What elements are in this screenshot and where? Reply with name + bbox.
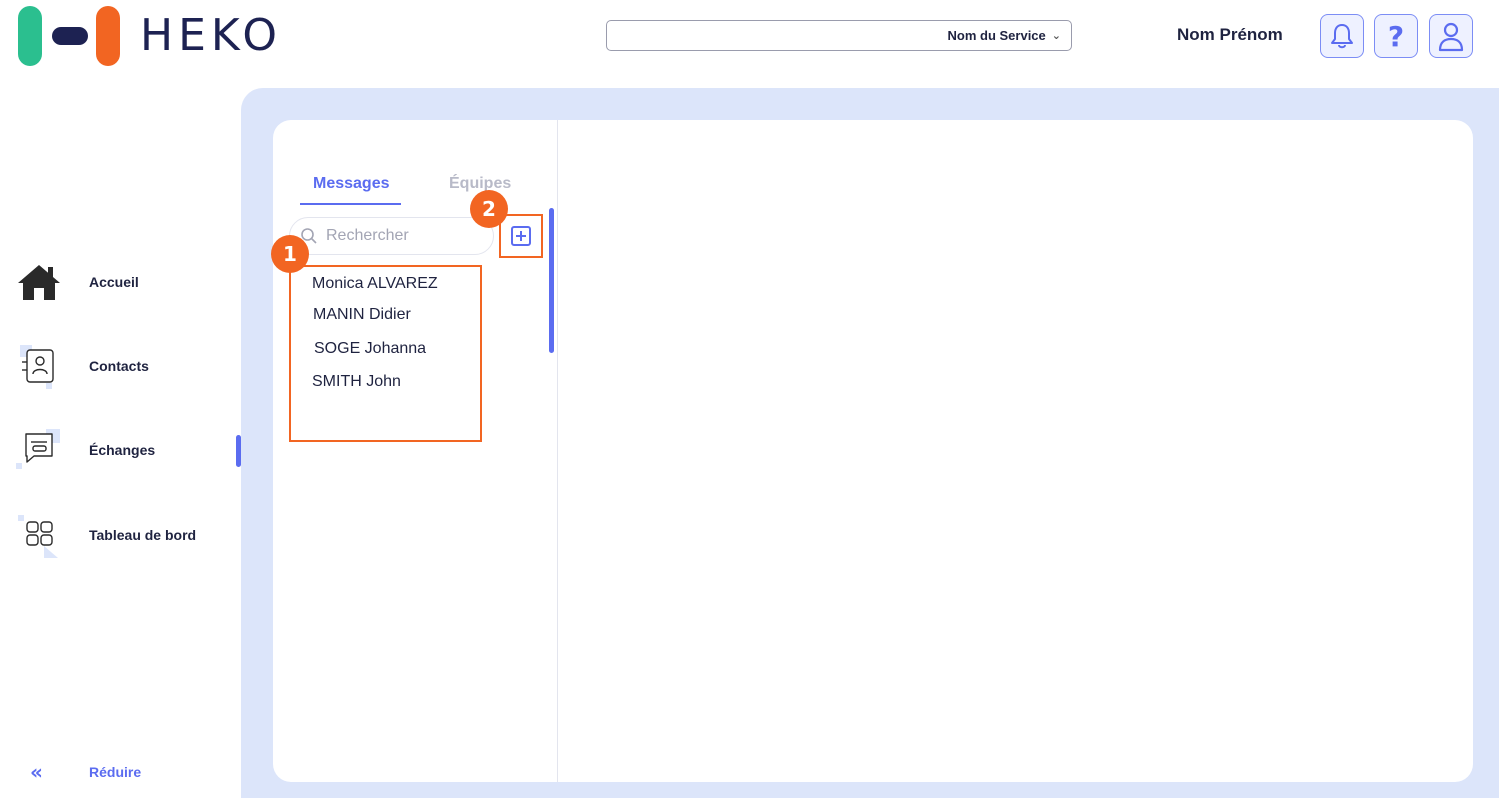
annotation-badge-1: 1 [271, 235, 309, 273]
home-icon [14, 257, 64, 307]
chevron-down-icon: ⌄ [1051, 30, 1061, 42]
tab-equipes[interactable]: Équipes [449, 175, 511, 193]
help-button[interactable]: ? [1374, 14, 1418, 58]
tab-messages[interactable]: Messages [313, 175, 390, 193]
profile-button[interactable] [1429, 14, 1473, 58]
collapse-label: Réduire [89, 764, 142, 780]
sidebar-item-tableau-de-bord[interactable]: Tableau de bord [14, 510, 196, 560]
notifications-button[interactable] [1320, 14, 1364, 58]
sidebar-item-contacts[interactable]: Contacts [14, 341, 149, 391]
chat-icon [14, 425, 64, 475]
double-chevron-left-icon: « [30, 760, 43, 784]
contact-item[interactable]: SMITH John [312, 373, 401, 391]
sidebar-item-label: Échanges [89, 442, 156, 458]
logo-wordmark: HEKO [140, 10, 282, 61]
collapse-sidebar-button[interactable]: « Réduire [30, 760, 141, 784]
sidebar-item-label: Tableau de bord [89, 527, 197, 543]
contact-item[interactable]: Monica ALVAREZ [312, 275, 438, 293]
search-placeholder: Rechercher [326, 227, 409, 244]
new-conversation-button[interactable] [511, 226, 531, 246]
sidebar-item-label: Accueil [89, 274, 139, 290]
contact-item[interactable]: MANIN Didier [313, 306, 411, 324]
contact-card-icon [14, 341, 64, 391]
question-mark-icon: ? [1387, 19, 1405, 53]
new-conversation-highlight [499, 214, 543, 258]
sidebar-item-echanges[interactable]: Échanges [14, 425, 155, 475]
logo-bar-navy [52, 27, 88, 45]
active-tab-underline [300, 203, 401, 205]
annotation-badge-2: 2 [470, 190, 508, 228]
search-input[interactable]: Rechercher [289, 217, 494, 255]
panel-divider [557, 120, 558, 782]
dashboard-grid-icon [14, 510, 64, 560]
logo-bar-orange [96, 6, 120, 66]
scrollbar-thumb[interactable] [549, 208, 554, 353]
contact-item[interactable]: SOGE Johanna [314, 340, 426, 358]
heko-logo[interactable]: HEKO [18, 6, 282, 66]
service-select-value: Nom du Service [947, 28, 1046, 43]
bell-icon [1331, 24, 1353, 49]
logo-bar-green [18, 6, 42, 66]
service-select[interactable]: Nom du Service ⌄ [606, 20, 1072, 51]
user-icon [1438, 22, 1464, 52]
sidebar-item-accueil[interactable]: Accueil [14, 257, 139, 307]
user-name: Nom Prénom [1177, 25, 1283, 44]
sidebar-item-label: Contacts [89, 358, 149, 374]
